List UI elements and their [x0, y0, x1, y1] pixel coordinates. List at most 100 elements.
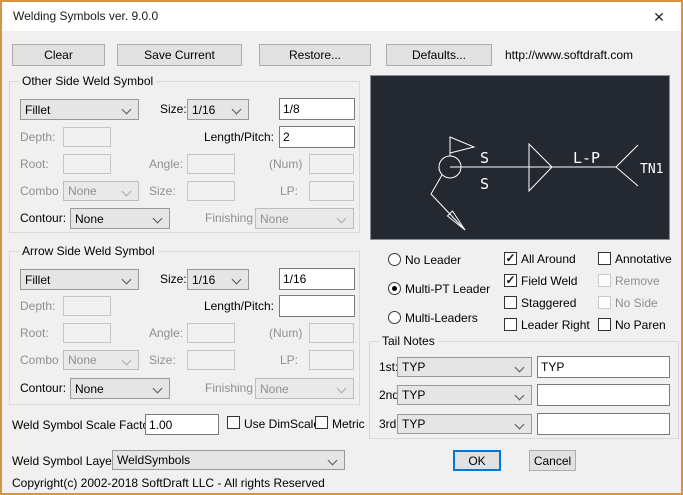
tail-note-2-combo-value: TYP	[402, 388, 425, 402]
arrow-depth-field	[63, 296, 111, 316]
other-finishing-label: Finishing	[205, 211, 253, 225]
title-bar: Welding Symbols ver. 9.0.0 ✕	[2, 2, 681, 31]
cancel-button[interactable]: Cancel	[529, 450, 576, 471]
other-weld-type-combo[interactable]: Fillet	[20, 99, 139, 120]
ok-button[interactable]: OK	[453, 450, 501, 471]
arrow-length-pitch-label: Length/Pitch:	[182, 299, 274, 313]
tail-note-2-combo[interactable]: TYP	[397, 385, 532, 405]
annotative-checkbox[interactable]	[598, 252, 611, 265]
other-finishing-value: None	[260, 212, 289, 226]
other-size-combo-value: 1/16	[192, 103, 215, 117]
defaults-button[interactable]: Defaults...	[386, 44, 492, 66]
other-lp-label: LP:	[280, 184, 298, 198]
arrow-combo-label: Combo	[20, 353, 59, 367]
leader-right-checkbox[interactable]	[504, 318, 517, 331]
staggered-checkbox[interactable]	[504, 296, 517, 309]
layer-label: Weld Symbol Layer:	[12, 454, 119, 468]
tail-note-3-combo-value: TYP	[402, 417, 425, 431]
no-side-checkbox	[598, 296, 611, 309]
other-length-pitch-label: Length/Pitch:	[182, 130, 274, 144]
welding-symbols-dialog: Welding Symbols ver. 9.0.0 ✕ Clear Save …	[0, 0, 683, 495]
other-root-field	[63, 154, 111, 174]
weld-symbol-drawing: S S L-P TN1	[371, 76, 669, 239]
no-leader-label: No Leader	[405, 253, 461, 267]
arrow-contour-combo[interactable]: None	[70, 378, 170, 399]
no-leader-radio[interactable]	[388, 253, 401, 266]
field-weld-checkbox[interactable]	[504, 274, 517, 287]
metric-checkbox[interactable]	[315, 416, 328, 429]
all-around-checkbox[interactable]	[504, 252, 517, 265]
weld-symbol-preview: S S L-P TN1	[370, 75, 670, 240]
other-combo-value: None	[68, 184, 97, 198]
arrow-contour-label: Contour:	[20, 381, 66, 395]
other-size2-field	[187, 181, 235, 201]
other-length-pitch-input[interactable]	[279, 126, 355, 148]
no-paren-checkbox[interactable]	[598, 318, 611, 331]
arrow-finishing-value: None	[260, 382, 289, 396]
arrow-size-input[interactable]	[279, 268, 355, 290]
arrow-size-combo-value: 1/16	[192, 273, 215, 287]
tail-note-1-combo-value: TYP	[402, 360, 425, 374]
tail-note-1-input[interactable]	[537, 356, 670, 378]
no-paren-label: No Paren	[615, 318, 666, 332]
other-contour-value: None	[75, 212, 104, 226]
other-contour-label: Contour:	[20, 211, 66, 225]
other-size-combo[interactable]: 1/16	[187, 99, 249, 120]
other-lp-field	[309, 181, 354, 201]
save-current-button[interactable]: Save Current	[117, 44, 242, 66]
arrow-weld-type-combo[interactable]: Fillet	[20, 269, 139, 290]
website-link: http://www.softdraft.com	[505, 48, 633, 62]
arrow-contour-value: None	[75, 382, 104, 396]
tail-note-placeholder: TN1	[640, 162, 663, 177]
arrow-angle-label: Angle:	[149, 326, 183, 340]
use-dimscale-checkbox[interactable]	[227, 416, 240, 429]
other-combo-label: Combo	[20, 184, 59, 198]
other-root-label: Root:	[20, 157, 49, 171]
no-side-label: No Side	[615, 296, 658, 310]
arrow-combo-value: None	[68, 353, 97, 367]
other-contour-combo[interactable]: None	[70, 208, 170, 229]
size-placeholder-top: S	[480, 149, 489, 167]
remove-label: Remove	[615, 274, 660, 288]
arrow-depth-label: Depth:	[20, 299, 55, 313]
tail-note-1-combo[interactable]: TYP	[397, 357, 532, 377]
other-size2-label: Size:	[149, 184, 176, 198]
other-side-group-title: Other Side Weld Symbol	[19, 74, 156, 88]
arrow-weld-type-value: Fillet	[25, 273, 50, 287]
multi-pt-leader-radio[interactable]	[388, 282, 401, 295]
other-depth-label: Depth:	[20, 130, 55, 144]
arrow-combo-combo: None	[63, 350, 139, 370]
copyright-text: Copyright(c) 2002-2018 SoftDraft LLC - A…	[12, 476, 325, 490]
use-dimscale-label: Use DimScale	[244, 417, 320, 431]
tail-note-3-input[interactable]	[537, 413, 670, 435]
field-weld-flag	[450, 137, 474, 153]
arrow-lp-field	[309, 350, 354, 370]
other-angle-field	[187, 154, 235, 174]
arrow-length-pitch-input[interactable]	[279, 295, 355, 317]
other-weld-type-value: Fillet	[25, 103, 50, 117]
multi-leaders-radio[interactable]	[388, 311, 401, 324]
multi-leaders-label: Multi-Leaders	[405, 311, 478, 325]
arrow-size-label: Size:	[160, 272, 187, 286]
window-title: Welding Symbols ver. 9.0.0	[13, 9, 158, 23]
scale-factor-input[interactable]	[145, 414, 219, 435]
arrow-num-label: (Num)	[269, 326, 302, 340]
restore-button[interactable]: Restore...	[259, 44, 371, 66]
all-around-label: All Around	[521, 252, 576, 266]
arrow-size-combo[interactable]: 1/16	[187, 269, 249, 290]
layer-combo[interactable]: WeldSymbols	[112, 450, 345, 470]
tail-note-3-combo[interactable]: TYP	[397, 414, 532, 434]
tail-note-2-input[interactable]	[537, 384, 670, 406]
arrow-root-label: Root:	[20, 326, 49, 340]
remove-checkbox	[598, 274, 611, 287]
tail-lines	[616, 145, 638, 186]
close-icon[interactable]: ✕	[648, 6, 670, 28]
arrow-finishing-label: Finishing	[205, 381, 253, 395]
other-num-field	[309, 154, 354, 174]
clear-button[interactable]: Clear	[12, 44, 105, 66]
arrow-side-group-title: Arrow Side Weld Symbol	[19, 244, 158, 258]
other-size-input[interactable]	[279, 98, 355, 120]
size-placeholder-bottom: S	[480, 175, 489, 193]
leader-right-label: Leader Right	[521, 318, 590, 332]
layer-combo-value: WeldSymbols	[117, 453, 190, 467]
